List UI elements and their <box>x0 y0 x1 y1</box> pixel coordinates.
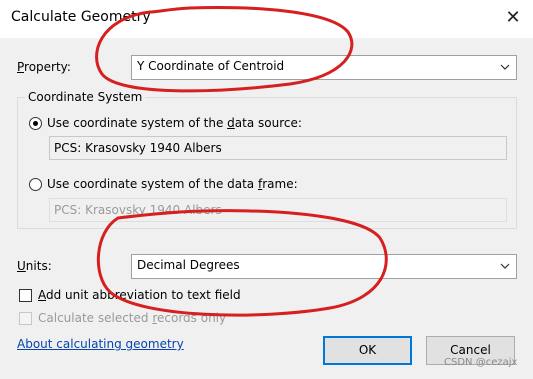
units-dropdown[interactable]: Decimal Degrees <box>131 254 517 279</box>
coordinate-system-title: Coordinate System <box>25 90 146 104</box>
window-title: Calculate Geometry <box>11 9 151 25</box>
radio-data-frame-label[interactable]: Use coordinate system of the data frame: <box>47 177 298 191</box>
radio-data-source-label[interactable]: Use coordinate system of the data source… <box>47 116 302 130</box>
selected-records-checkbox <box>19 312 32 325</box>
property-label: Property: <box>17 60 71 74</box>
radio-data-frame[interactable] <box>29 178 42 191</box>
watermark: CSDN @cezajx <box>444 357 518 368</box>
units-selected-value: Decimal Degrees <box>137 258 240 272</box>
selected-records-label: Calculate selected records only <box>38 311 227 325</box>
close-icon[interactable]: ✕ <box>502 7 524 29</box>
data-source-cs-field: PCS: Krasovsky 1940 Albers <box>49 136 507 160</box>
data-frame-cs-field: PCS: Krasovsky 1940 Albers <box>49 198 507 222</box>
help-link[interactable]: About calculating geometry <box>17 337 184 351</box>
ok-button[interactable]: OK <box>323 336 412 365</box>
chevron-down-icon <box>500 64 510 70</box>
add-unit-abbreviation-label[interactable]: Add unit abbreviation to text field <box>38 288 241 302</box>
add-unit-abbreviation-checkbox[interactable] <box>19 289 32 302</box>
units-label: Units: <box>17 259 52 273</box>
property-dropdown[interactable]: Y Coordinate of Centroid <box>131 55 517 80</box>
property-selected-value: Y Coordinate of Centroid <box>137 59 285 73</box>
radio-data-source[interactable] <box>29 117 42 130</box>
chevron-down-icon <box>500 263 510 269</box>
